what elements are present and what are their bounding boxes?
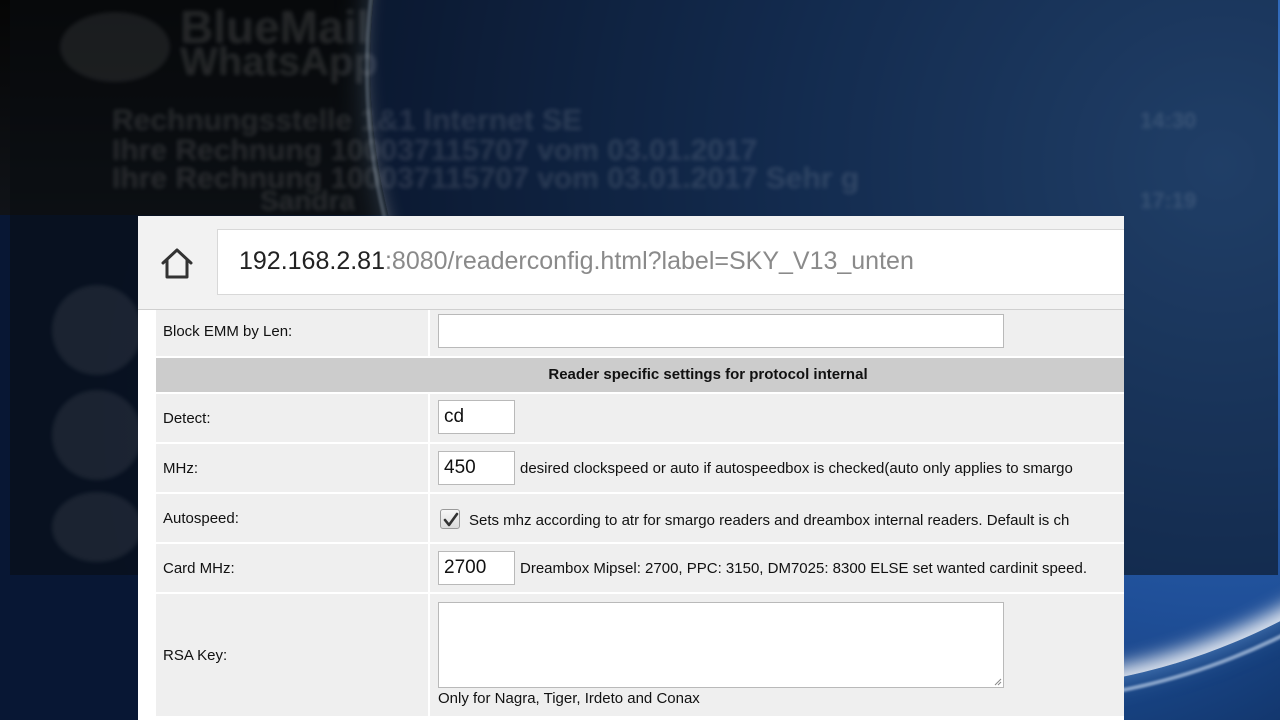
background-logo-text-2: WhatsApp bbox=[180, 40, 378, 84]
column-divider bbox=[428, 394, 430, 442]
column-divider bbox=[428, 494, 430, 542]
column-divider bbox=[428, 544, 430, 592]
card-mhz-label: Card MHz: bbox=[163, 560, 235, 577]
section-header: Reader specific settings for protocol in… bbox=[156, 358, 1124, 392]
checkmark-icon bbox=[443, 512, 459, 527]
detect-input[interactable] bbox=[438, 400, 515, 434]
mhz-description: desired clockspeed or auto if autospeedb… bbox=[520, 460, 1073, 477]
detect-label: Detect: bbox=[163, 410, 211, 427]
column-divider bbox=[428, 444, 430, 492]
autospeed-checkbox[interactable] bbox=[440, 509, 460, 529]
table-row-block-emm-len: Block EMM by Len: bbox=[156, 310, 1124, 358]
home-icon bbox=[161, 248, 193, 279]
url-host: 192.168.2.81 bbox=[239, 247, 385, 275]
background-sender-name: Sandra bbox=[260, 185, 355, 216]
table-row-card-mhz: Card MHz: Dreambox Mipsel: 2700, PPC: 31… bbox=[156, 544, 1124, 594]
background-time: 14:30 bbox=[1140, 108, 1197, 133]
resize-grip-icon[interactable] bbox=[994, 678, 1002, 686]
background-time: 17:19 bbox=[1140, 188, 1197, 213]
autospeed-description: Sets mhz according to atr for smargo rea… bbox=[469, 512, 1070, 529]
table-row-autospeed: Autospeed: Sets mhz according to atr for… bbox=[156, 494, 1124, 544]
mhz-input[interactable] bbox=[438, 451, 515, 485]
column-divider bbox=[428, 310, 430, 356]
background-avatar bbox=[52, 390, 142, 480]
page-content: Block EMM by Len: Reader specific settin… bbox=[138, 310, 1124, 720]
rsa-key-hint: Only for Nagra, Tiger, Irdeto and Conax bbox=[438, 690, 700, 707]
rsa-key-textarea[interactable] bbox=[438, 602, 1004, 688]
block-emm-len-input[interactable] bbox=[438, 314, 1004, 348]
section-title: Reader specific settings for protocol in… bbox=[548, 366, 868, 383]
background-avatar bbox=[52, 492, 142, 562]
background-message-line: Ihre Rechnung 100037115707 vom 03.01.201… bbox=[112, 162, 860, 195]
card-mhz-description: Dreambox Mipsel: 2700, PPC: 3150, DM7025… bbox=[520, 560, 1087, 577]
browser-window: 192.168.2.81:8080/readerconfig.html?labe… bbox=[138, 216, 1124, 720]
url-path: :8080/readerconfig.html?label=SKY_V13_un… bbox=[384, 247, 914, 275]
address-bar: 192.168.2.81:8080/readerconfig.html?labe… bbox=[138, 216, 1124, 310]
block-emm-len-label: Block EMM by Len: bbox=[163, 323, 293, 340]
rsa-key-label: RSA Key: bbox=[163, 647, 228, 664]
table-row-mhz: MHz: desired clockspeed or auto if autos… bbox=[156, 444, 1124, 494]
background-avatar bbox=[52, 285, 142, 375]
card-mhz-input[interactable] bbox=[438, 551, 515, 585]
autospeed-label: Autospeed: bbox=[163, 510, 239, 527]
url-text: 192.168.2.81:8080/readerconfig.html?labe… bbox=[239, 247, 914, 276]
background-message-line: Rechnungsstelle 1&1 Internet SE bbox=[112, 104, 583, 137]
table-row-rsa-key: RSA Key: Only for Nagra, Tiger, Irdeto a… bbox=[156, 594, 1124, 718]
column-divider bbox=[428, 594, 430, 716]
home-button[interactable] bbox=[158, 244, 196, 282]
url-field[interactable]: 192.168.2.81:8080/readerconfig.html?labe… bbox=[217, 229, 1124, 295]
background-logo-icon bbox=[60, 12, 170, 82]
table-row-detect: Detect: bbox=[156, 394, 1124, 444]
mhz-label: MHz: bbox=[163, 460, 198, 477]
